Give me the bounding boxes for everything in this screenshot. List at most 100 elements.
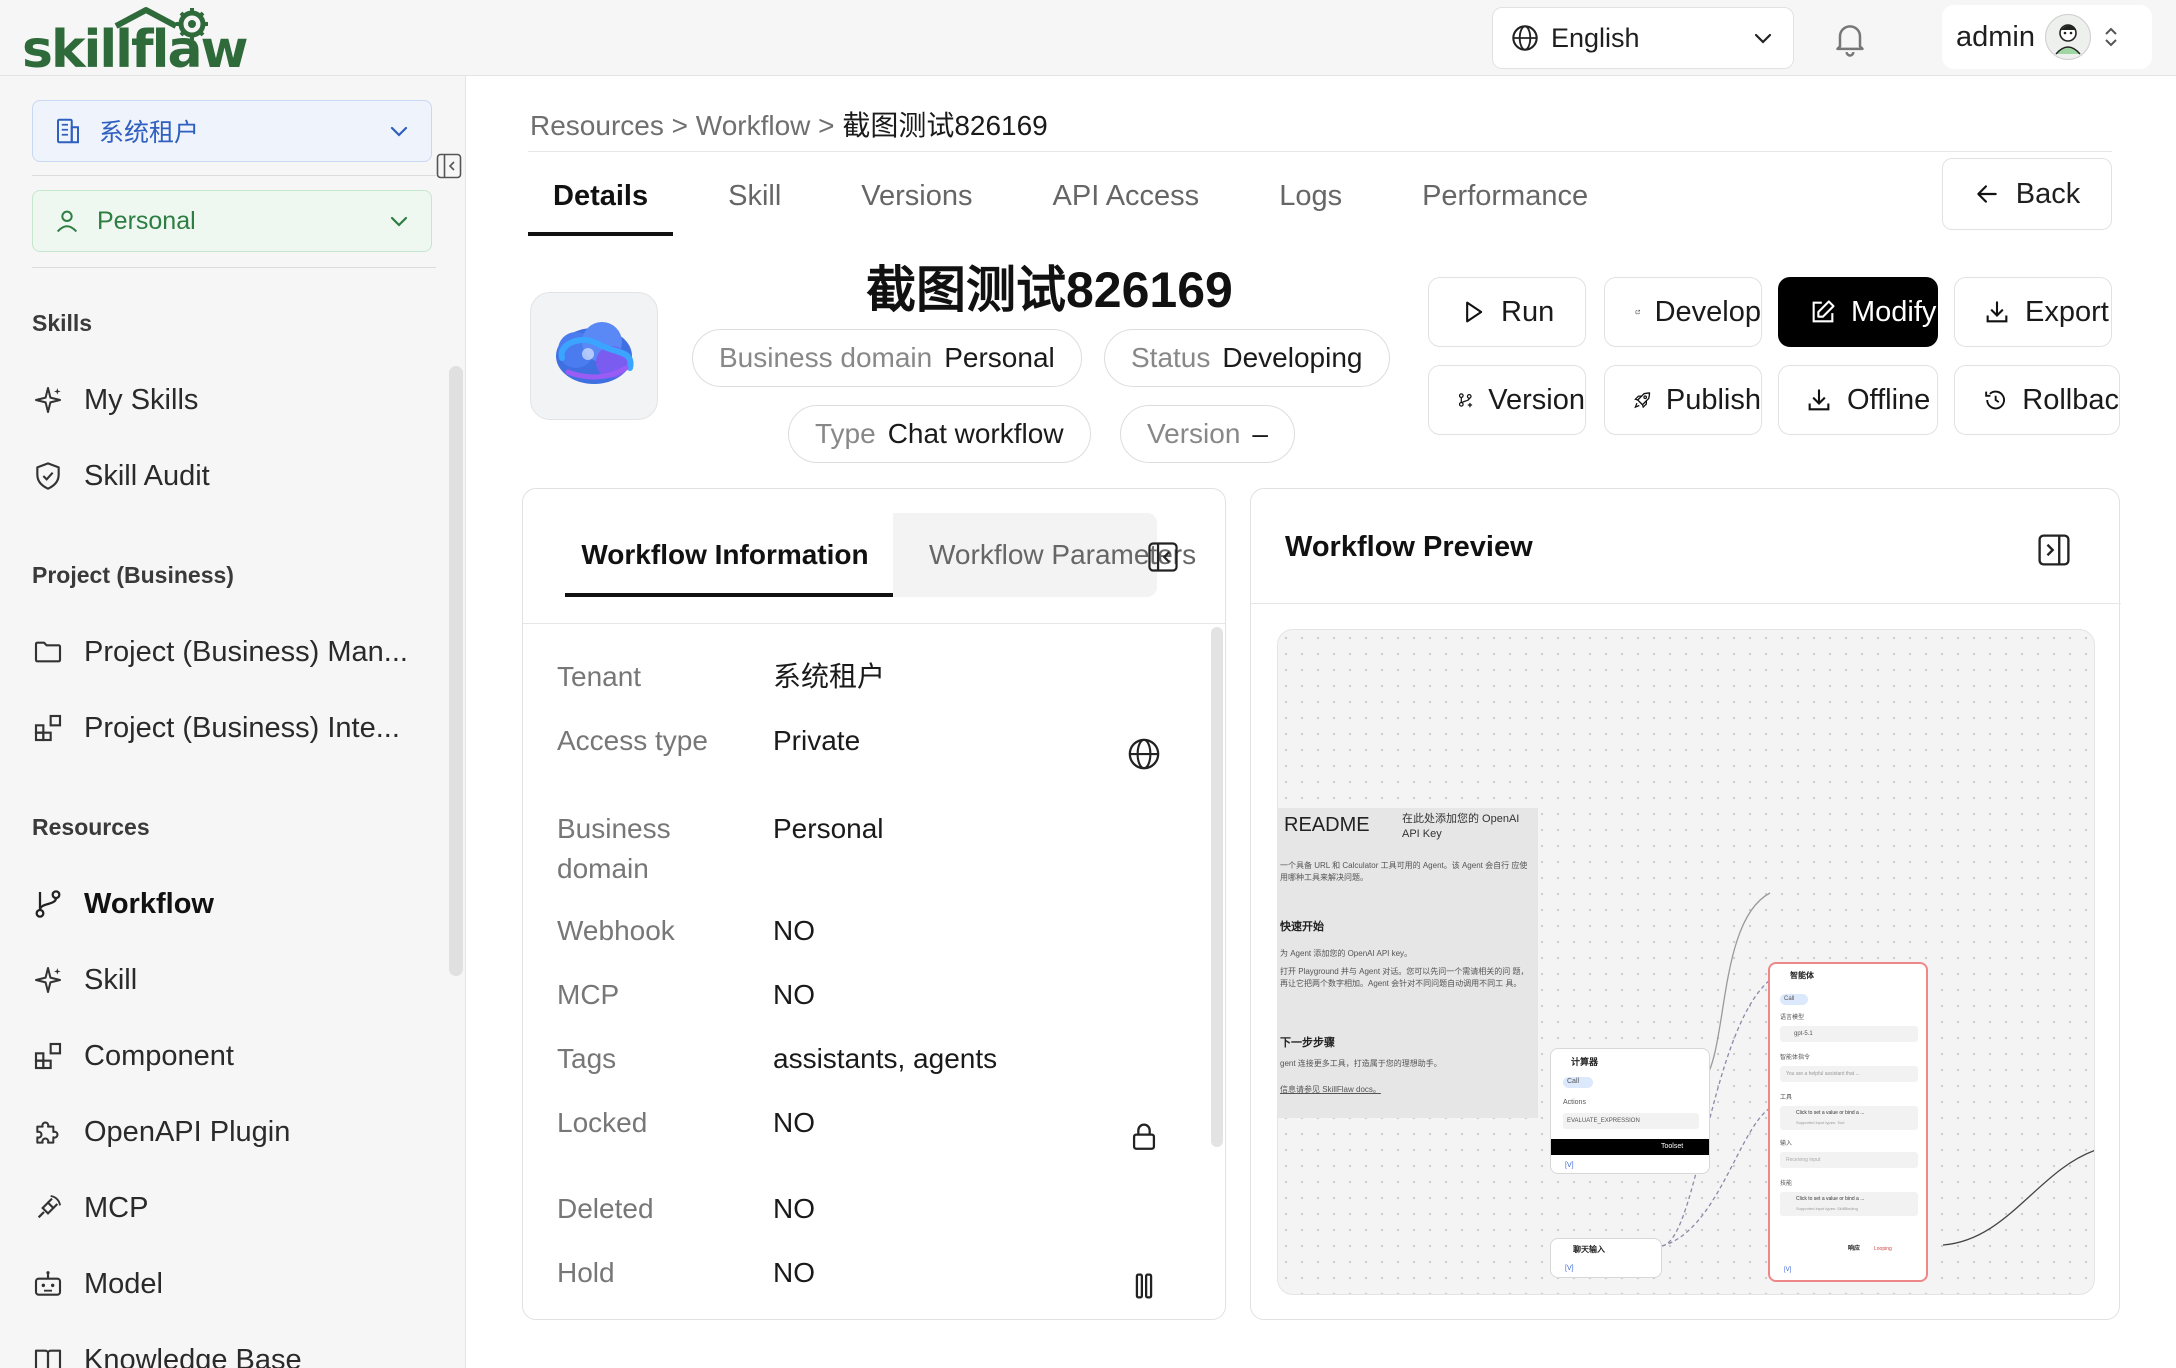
sidebar-item-component[interactable]: Component — [32, 1031, 432, 1081]
notification-bell-icon[interactable] — [1830, 18, 1870, 58]
agent-node[interactable]: 智能体 Call 语言模型 gpt-5.1 智能体指令 You are a he… — [1768, 962, 1928, 1282]
robot-icon — [34, 1271, 62, 1296]
sidebar-item-label: Workflow — [84, 887, 214, 920]
field-label: MCP — [557, 979, 620, 1010]
sidebar-scrollbar[interactable] — [449, 366, 463, 976]
sidebar-item-mcp[interactable]: MCP — [32, 1183, 432, 1233]
badge-value: Chat workflow — [887, 418, 1064, 449]
tenant-select-value: 系统租户 — [99, 119, 200, 147]
field-value-business-domain: Personal — [773, 813, 884, 844]
scope-select[interactable]: Personal — [32, 190, 432, 252]
sidebar-item-model[interactable]: Model — [32, 1259, 432, 1309]
tab-logs[interactable]: Logs — [1254, 176, 1367, 236]
sidebar-item-my-skills[interactable]: My Skills — [32, 375, 432, 425]
modify-button[interactable]: Modify — [1778, 277, 1938, 347]
panel-toggle-icon[interactable] — [2037, 533, 2071, 567]
tab-performance[interactable]: Performance — [1397, 176, 1613, 236]
blocks-icon — [34, 714, 62, 742]
chevron-updown-icon — [2105, 27, 2117, 47]
sidebar-item-workflow[interactable]: Workflow — [32, 879, 432, 929]
back-button[interactable]: Back — [1942, 158, 2112, 230]
user-menu[interactable]: admin — [1942, 5, 2152, 69]
breadcrumb-resources[interactable]: Resources — [530, 110, 664, 141]
section-project: Project (Business) — [32, 562, 234, 588]
export-button[interactable]: Export — [1954, 277, 2112, 347]
globe-icon — [1512, 25, 1538, 51]
publish-button[interactable]: Publish — [1604, 365, 1762, 435]
readme-note[interactable]: README 在此处添加您的 OpenAI API Key 一个具备 URL 和… — [1278, 808, 1538, 1118]
section-resources: Resources — [32, 814, 150, 840]
pause-icon[interactable] — [1127, 1269, 1161, 1303]
scope-select-value: Personal — [97, 206, 196, 235]
node-toolset-bar — [1551, 1139, 1709, 1155]
badge-value: Personal — [944, 342, 1055, 373]
type-badge: Type Chat workflow — [788, 405, 1091, 463]
sparkle-icon — [35, 967, 61, 993]
sidebar-item-label: Component — [84, 1039, 234, 1072]
node-field-label: 技能 — [1780, 1181, 1793, 1187]
cloud-brain-icon — [556, 322, 634, 384]
download-icon — [1808, 389, 1830, 411]
rocket-icon — [1634, 392, 1651, 409]
lock-icon[interactable] — [1127, 1119, 1161, 1153]
offline-button[interactable]: Offline — [1778, 365, 1938, 435]
field-label: Locked — [557, 1107, 648, 1138]
panel-collapse-icon[interactable] — [1147, 541, 1179, 573]
version-button[interactable]: Version — [1428, 365, 1586, 435]
node-chip-label: Call — [1784, 996, 1795, 1002]
sidebar-item-knowledge-base[interactable]: Knowledge Base — [32, 1335, 432, 1368]
badge-label: Status — [1131, 342, 1211, 373]
business-domain-badge: Business domain Personal — [692, 329, 1082, 387]
tenant-select[interactable]: 系统租户 — [32, 100, 432, 162]
develop-button[interactable]: Develop — [1604, 277, 1762, 347]
sidebar-item-openapi-plugin[interactable]: OpenAPI Plugin — [32, 1107, 432, 1157]
tab-skill[interactable]: Skill — [703, 176, 806, 236]
rollback-button[interactable]: Rollbac — [1954, 365, 2120, 435]
info-scrollbar[interactable] — [1211, 627, 1223, 1147]
field-value-tenant: 系统租户 — [773, 661, 886, 692]
arrow-left-icon — [1977, 185, 1997, 203]
sidebar-item-label: Project (Business) Inte... — [84, 711, 400, 744]
readme-next-title: 下一步步骤 — [1280, 1037, 1335, 1049]
sidebar-item-project-integration[interactable]: Project (Business) Inte... — [32, 703, 432, 753]
readme-more-link[interactable]: 信息请参见 SkillFlaw docs。 — [1280, 1084, 1381, 1096]
sidebar-item-skill[interactable]: Skill — [32, 955, 432, 1005]
tab-details[interactable]: Details — [528, 176, 674, 236]
book-icon — [34, 1349, 62, 1368]
download-icon — [1986, 301, 2008, 323]
readme-next-body: gent 连接更多工具，打造属于您的理想助手。 — [1280, 1059, 1442, 1068]
calculator-node[interactable]: 计算器 Call Actions EVALUATE_EXPRESSION Too… — [1550, 1048, 1710, 1174]
workflow-canvas[interactable]: README 在此处添加您的 OpenAI API Key 一个具备 URL 和… — [1277, 629, 2095, 1295]
edit-icon — [1812, 300, 1835, 323]
sidebar-item-project-management[interactable]: Project (Business) Man... — [32, 627, 432, 677]
sidebar-item-label: Skill — [84, 963, 138, 996]
top-header: skillflaw English admin — [0, 0, 2176, 80]
node-field-label: 输入 — [1780, 1141, 1793, 1147]
readme-key-note: 在此处添加您的 OpenAI API Key — [1402, 813, 1520, 840]
language-select[interactable]: English — [1492, 7, 1794, 69]
node-title: 聊天输入 — [1573, 1245, 1605, 1254]
sidebar-item-label: MCP — [84, 1191, 149, 1224]
breadcrumb-workflow[interactable]: Workflow — [696, 110, 811, 141]
workflow-preview-card: Workflow Preview README 在此处添加您的 OpenAI A… — [1250, 488, 2121, 1320]
tab-workflow-information[interactable]: Workflow Information — [557, 513, 893, 597]
breadcrumb-separator: > — [818, 110, 835, 141]
node-port: [V] — [1784, 1267, 1792, 1273]
badge-label: Business domain — [719, 342, 933, 373]
readme-start-body-1: 为 Agent 添加您的 OpenAI API key。 — [1280, 949, 1413, 958]
field-value-tags: assistants, agents — [773, 1043, 998, 1074]
sidebar-collapse-icon[interactable] — [436, 153, 462, 179]
tab-versions[interactable]: Versions — [836, 176, 997, 236]
run-button[interactable]: Run — [1428, 277, 1586, 347]
node-chip-label: Call — [1567, 1078, 1580, 1085]
person-icon — [56, 210, 78, 233]
sidebar-item-skill-audit[interactable]: Skill Audit — [32, 451, 432, 501]
field-value-access-type: Private — [773, 725, 861, 756]
node-field-value: You are a helpful assistant that ... — [1786, 1071, 1860, 1077]
tab-api-access[interactable]: API Access — [1028, 176, 1225, 236]
chat-input-node[interactable]: 聊天输入 [V] — [1550, 1238, 1662, 1278]
back-button-label: Back — [2015, 177, 2081, 210]
user-avatar-icon — [2055, 24, 2081, 55]
skillflaw-logo[interactable]: skillflaw — [22, 4, 272, 80]
chevron-down-icon — [390, 216, 408, 227]
